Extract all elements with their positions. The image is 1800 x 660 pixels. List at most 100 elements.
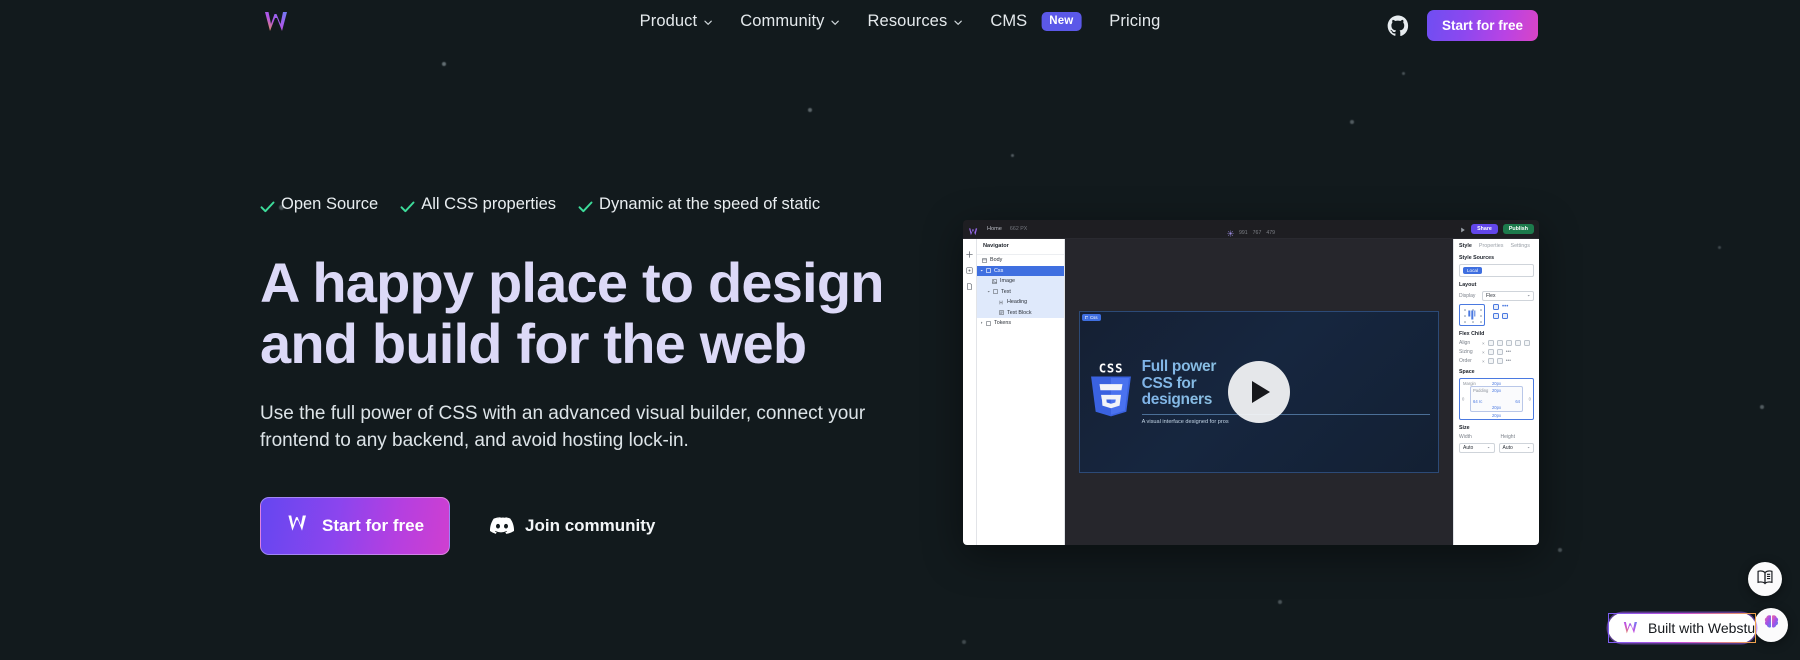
align-baseline-icon[interactable] — [1514, 340, 1521, 346]
margin-top-value[interactable]: 20px — [1492, 381, 1501, 386]
feature-item: All CSS properties — [400, 195, 556, 214]
padding-bottom-value[interactable]: 20px — [1492, 405, 1501, 410]
more-options-icon[interactable]: ••• — [1506, 349, 1511, 355]
order-first-icon[interactable] — [1487, 358, 1494, 364]
cta-primary-label: Start for free — [322, 515, 425, 535]
components-icon[interactable] — [966, 261, 973, 274]
flex-direction-buttons[interactable]: ••• — [1493, 304, 1508, 310]
github-icon[interactable] — [1387, 14, 1409, 37]
feature-item: Open Source — [260, 195, 378, 214]
nav-item-label: Pricing — [1109, 12, 1161, 30]
tree-item-css[interactable]: Css — [977, 265, 1064, 276]
spacing-control[interactable]: Margin 20px 20px 0 0 Padding 20px 20px 6… — [1459, 378, 1534, 420]
gap-icon[interactable] — [1502, 313, 1508, 319]
feature-list: Open Source All CSS properties Dynamic a… — [260, 195, 940, 214]
chevron-right-icon[interactable] — [980, 321, 983, 326]
ai-assistant-button[interactable] — [1754, 608, 1788, 642]
order-last-icon[interactable] — [1496, 358, 1503, 364]
tree-item-body[interactable]: Body — [977, 255, 1064, 266]
chevron-down-icon — [1487, 445, 1490, 451]
display-select[interactable]: Flex — [1482, 291, 1534, 301]
nav-item-community[interactable]: Community — [740, 12, 839, 31]
webstudio-logo[interactable] — [262, 9, 292, 35]
height-value: Auto — [1502, 445, 1513, 451]
breakpoint-value[interactable]: 767 — [1253, 230, 1262, 236]
height-label: Height — [1500, 434, 1515, 440]
discord-icon — [490, 516, 515, 535]
style-sources-title: Style Sources — [1459, 255, 1495, 261]
margin-label: Margin — [1463, 380, 1476, 386]
pages-icon[interactable] — [966, 277, 973, 290]
built-with-badge[interactable]: Built with Webstu — [1608, 613, 1756, 643]
webstudio-logo — [968, 224, 979, 236]
tree-item-text[interactable]: Text — [977, 286, 1064, 297]
breakpoint-value[interactable]: 479 — [1266, 230, 1275, 236]
padding-box[interactable]: Padding 20px 20px 64 rc 64 — [1470, 386, 1523, 412]
join-community-button[interactable]: Join community — [490, 516, 655, 536]
preview-icon[interactable] — [1460, 220, 1466, 238]
flex-wrap-buttons[interactable] — [1493, 313, 1508, 319]
more-options-icon[interactable]: ••• — [1506, 358, 1511, 364]
chevron-down-icon[interactable] — [980, 268, 983, 273]
more-options-icon[interactable]: ••• — [1502, 304, 1508, 310]
nav-item-cms[interactable]: CMS New — [990, 12, 1082, 31]
breakpoint-value[interactable]: 991 — [1239, 230, 1248, 236]
mockup-project-name[interactable]: Home — [987, 226, 1002, 232]
box-icon — [986, 268, 991, 274]
tree-item-heading[interactable]: Heading — [977, 297, 1064, 308]
chevron-down-icon[interactable] — [987, 289, 990, 294]
chevron-down-icon — [831, 18, 840, 27]
padding-left-value[interactable]: 64 rc — [1473, 399, 1482, 404]
align-label: Align — [1459, 340, 1471, 346]
order-options[interactable]: × ••• — [1482, 358, 1511, 364]
tab-style[interactable]: Style — [1459, 243, 1472, 249]
selection-tag: Css — [1081, 313, 1101, 321]
nav-item-label: CMS — [990, 12, 1028, 30]
flex-row-icon[interactable] — [1493, 304, 1499, 310]
feature-label: All CSS properties — [421, 195, 557, 213]
nav-item-resources[interactable]: Resources — [868, 12, 963, 31]
tree-item-tokens[interactable]: Tokens — [977, 318, 1064, 329]
share-button[interactable]: Share — [1471, 224, 1498, 234]
align-options[interactable]: × — [1482, 340, 1530, 346]
tree-item-text-block[interactable]: Text Block — [977, 307, 1064, 318]
mockup-canvas-dimensions: 662 PX — [1009, 226, 1028, 232]
play-icon — [1252, 380, 1271, 403]
start-for-free-button-nav[interactable]: Start for free — [1426, 10, 1538, 41]
align-stretch-icon[interactable] — [1523, 340, 1530, 346]
tab-settings[interactable]: Settings — [1510, 243, 1529, 249]
body-icon — [982, 257, 987, 263]
align-end-icon[interactable] — [1496, 340, 1503, 346]
nav-item-product[interactable]: Product — [640, 12, 713, 31]
tree-item-image[interactable]: Image — [977, 276, 1064, 287]
align-controls-row: ••• — [1459, 304, 1534, 326]
height-input[interactable]: Auto — [1498, 443, 1534, 453]
wrap-icon[interactable] — [1493, 313, 1499, 319]
add-icon[interactable] — [966, 245, 973, 258]
nav-item-pricing[interactable]: Pricing — [1109, 12, 1160, 31]
tab-properties[interactable]: Properties — [1479, 243, 1504, 249]
sizing-shrink-icon[interactable] — [1496, 349, 1503, 355]
sizing-options[interactable]: × ••• — [1482, 349, 1511, 355]
nav-links: Product Community Resources CMS New Pric… — [640, 12, 1161, 31]
cta-secondary-label: Join community — [525, 515, 656, 535]
chevron-down-icon — [953, 18, 962, 27]
padding-top-value[interactable]: 20px — [1492, 388, 1501, 393]
sizing-grow-icon[interactable] — [1487, 349, 1494, 355]
play-button[interactable] — [1227, 360, 1290, 423]
video-embed[interactable]: Css CSS Full power CSS for designers A v… — [1078, 310, 1440, 474]
flex-align-grid[interactable] — [1459, 304, 1485, 326]
align-start-icon[interactable] — [1487, 340, 1494, 346]
webstudio-logo — [1622, 620, 1640, 636]
hero-title-line-1: A happy place to design — [260, 251, 884, 314]
width-input[interactable]: Auto — [1459, 443, 1495, 453]
style-source-chip[interactable]: Local — [1463, 267, 1482, 274]
tree-item-label: Image — [1000, 278, 1015, 285]
style-source-input[interactable]: Local — [1459, 264, 1534, 277]
mockup-canvas[interactable]: Css CSS Full power CSS for designers A v… — [1065, 239, 1453, 545]
publish-button[interactable]: Publish — [1502, 224, 1534, 234]
margin-bottom-value[interactable]: 20px — [1492, 413, 1501, 418]
docs-button[interactable] — [1748, 562, 1782, 596]
align-center-icon[interactable] — [1505, 340, 1512, 346]
start-for-free-button-hero[interactable]: Start for free — [260, 496, 451, 555]
